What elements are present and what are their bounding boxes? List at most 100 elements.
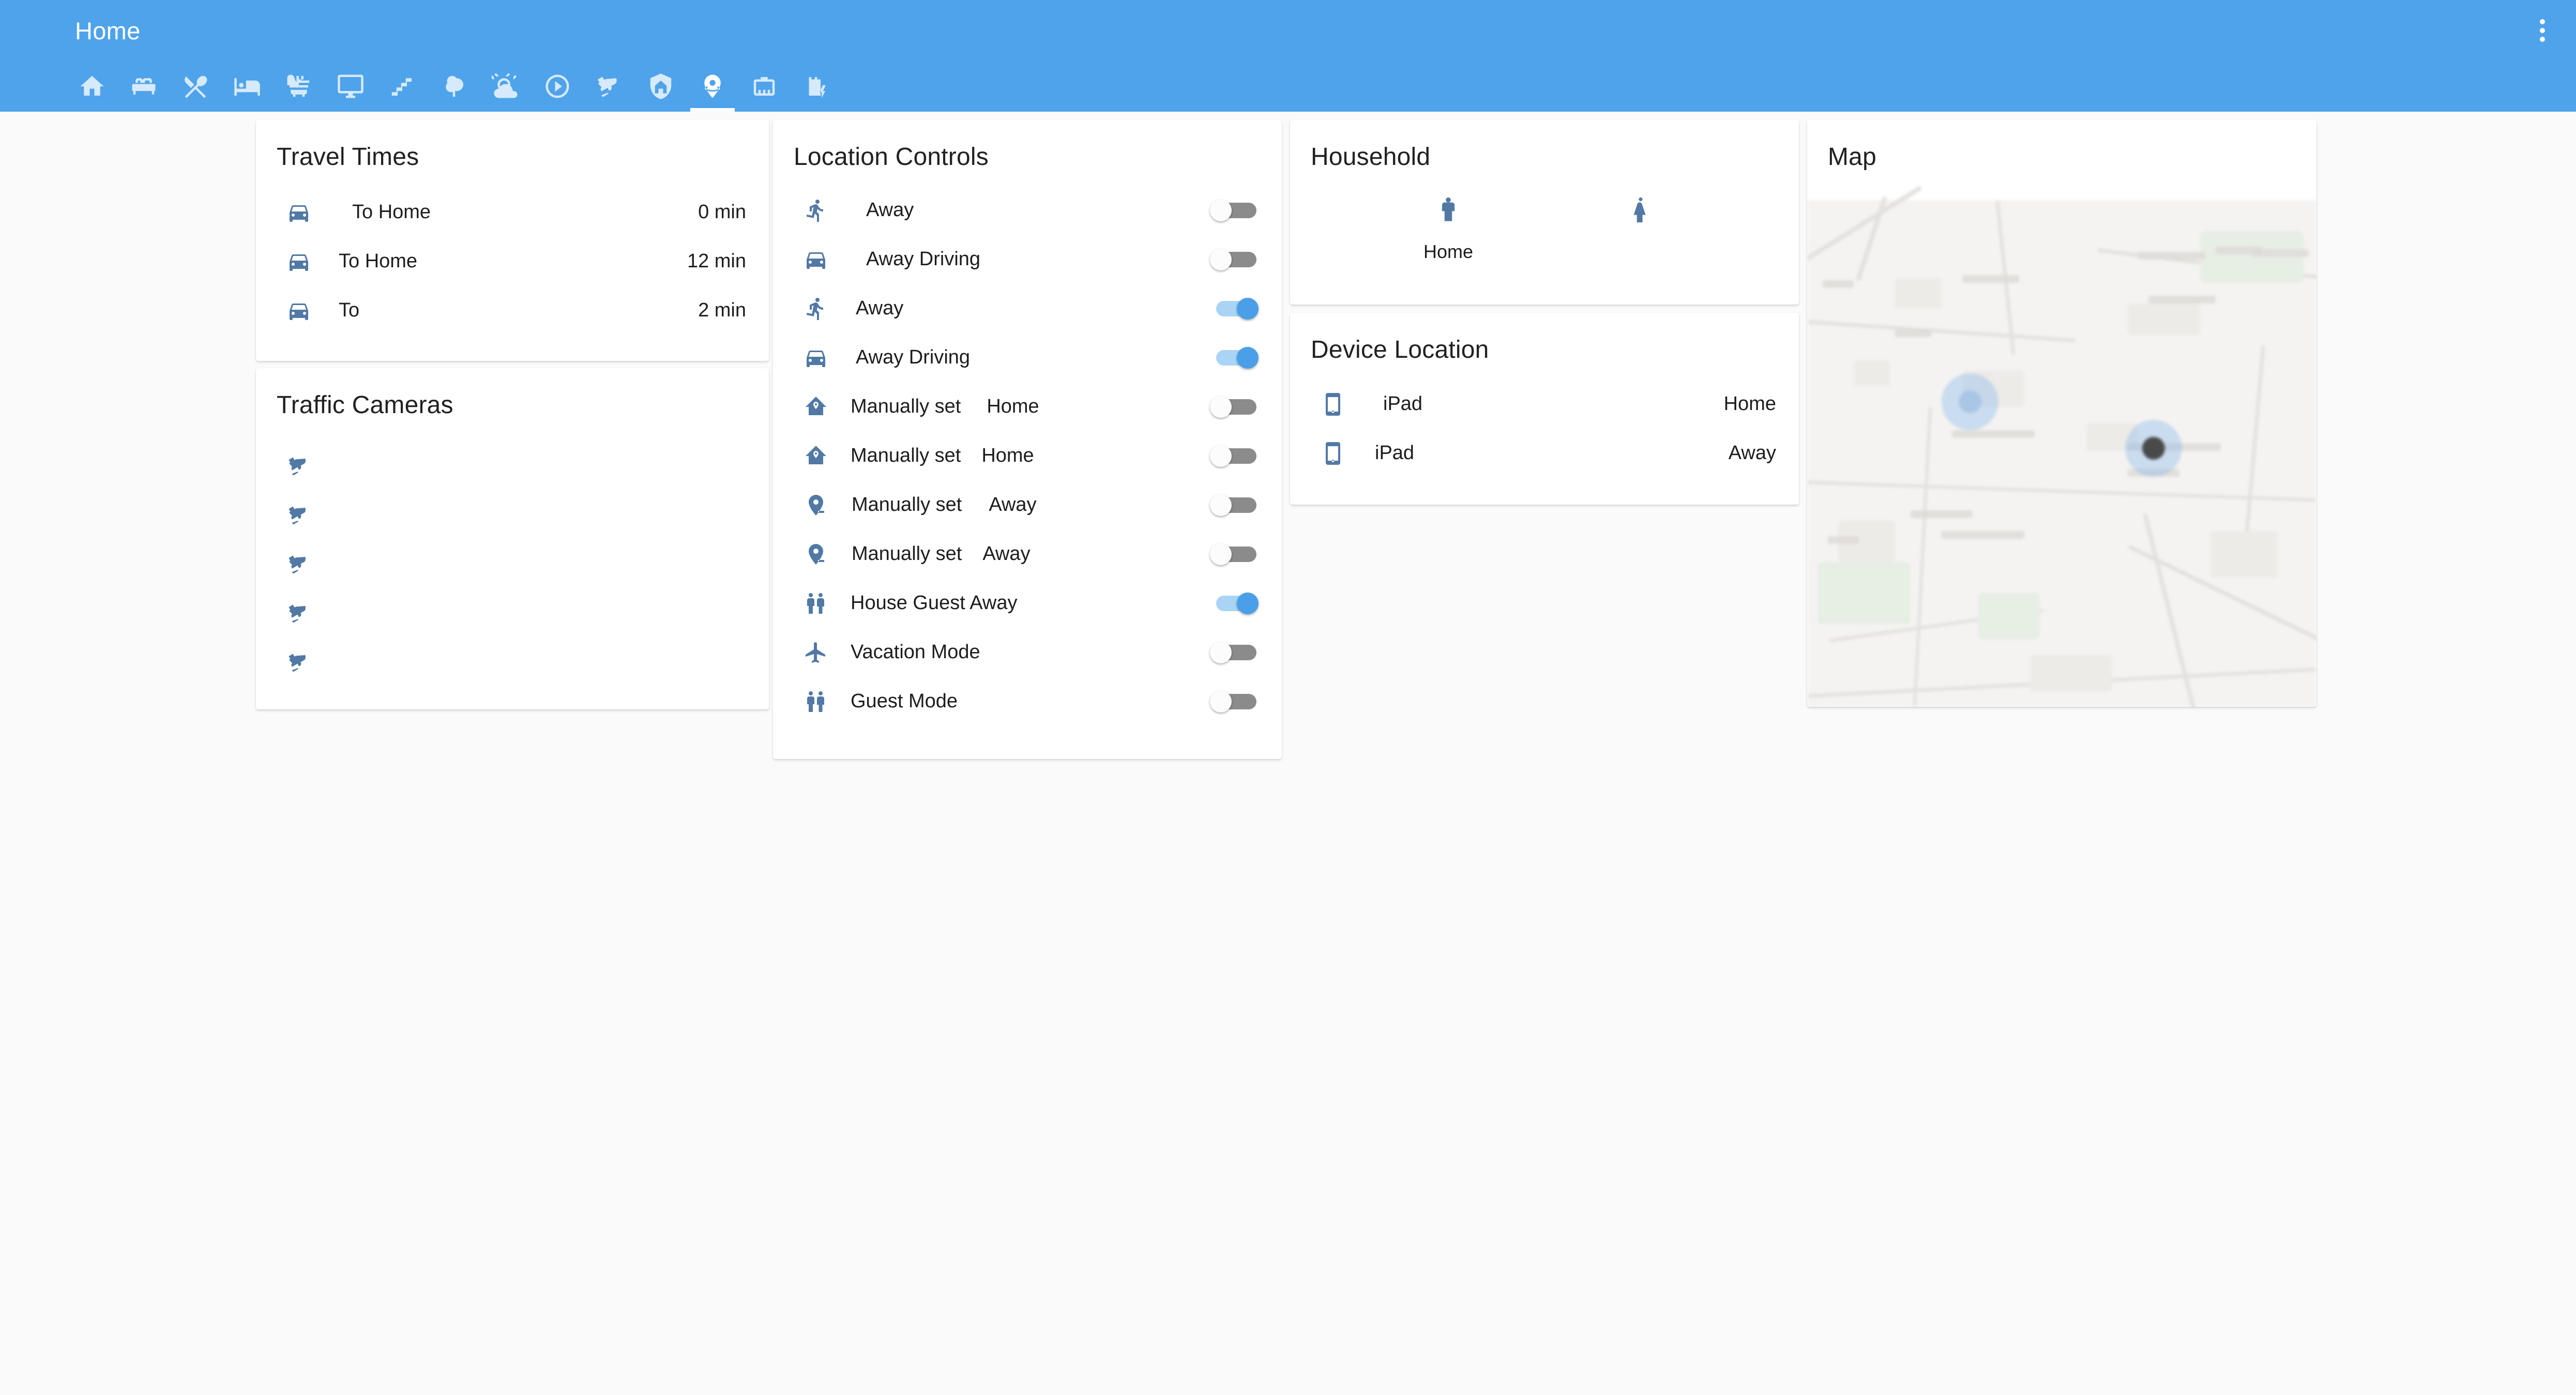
toggle-knob: [1237, 298, 1259, 320]
travel-time-row[interactable]: To Home 0 min: [256, 188, 769, 237]
walk-icon: [797, 296, 835, 321]
human-pair-icon: [797, 591, 835, 616]
tab-office[interactable]: [325, 61, 376, 112]
location-control-toggle[interactable]: [1210, 593, 1259, 614]
travel-time-value: 0 min: [698, 201, 746, 223]
map-block: [1895, 278, 1942, 309]
location-control-label: Away: [866, 199, 914, 221]
map-place-label: [1828, 536, 1859, 544]
map-canvas[interactable]: [1807, 200, 2316, 707]
location-control-toggle[interactable]: [1210, 396, 1259, 418]
travel-time-row[interactable]: To2 min: [256, 286, 769, 335]
location-control-toggle[interactable]: [1210, 249, 1259, 270]
device-location-row[interactable]: iPadHome: [1290, 380, 1799, 429]
tree-icon: [440, 72, 468, 100]
household-person[interactable]: [1581, 195, 1700, 263]
map-marker-radius-icon: [699, 72, 726, 100]
location-control-row[interactable]: House Guest Away: [773, 579, 1282, 628]
car-icon: [797, 247, 835, 272]
bathtub-icon: [285, 72, 313, 100]
tab-battery[interactable]: [790, 61, 842, 112]
tab-active-indicator: [690, 108, 735, 112]
location-control-toggle[interactable]: [1210, 298, 1259, 320]
traffic-camera-row[interactable]: [256, 588, 769, 638]
location-control-label: Away Driving: [866, 248, 980, 270]
tab-bathroom[interactable]: [273, 61, 325, 112]
location-control-label: Vacation Mode: [851, 641, 980, 663]
travel-time-row[interactable]: To Home12 min: [256, 237, 769, 286]
location-control-label: Away Driving: [856, 346, 970, 369]
tab-location[interactable]: [687, 61, 738, 112]
traffic-camera-row[interactable]: [256, 441, 769, 490]
traffic-cameras-list: [256, 419, 769, 687]
location-control-toggle[interactable]: [1210, 445, 1259, 467]
cctv-icon: [280, 601, 318, 626]
household-person[interactable]: Home: [1389, 195, 1508, 263]
map-place-label: [1911, 510, 1973, 518]
tab-living-room[interactable]: [118, 61, 170, 112]
location-control-row[interactable]: Away: [773, 284, 1282, 333]
traffic-camera-row[interactable]: [256, 490, 769, 539]
bed-icon: [233, 72, 261, 100]
location-controls-card: Location Controls AwayAway DrivingAwayAw…: [773, 120, 1282, 759]
tab-cameras[interactable]: [583, 61, 635, 112]
toggle-knob: [1210, 642, 1232, 663]
human-male-icon: [1433, 195, 1463, 228]
toggle-knob: [1210, 200, 1232, 221]
toggle-knob: [1210, 396, 1232, 418]
cctv-icon: [595, 72, 623, 100]
tab-outdoor[interactable]: [428, 61, 480, 112]
location-control-row[interactable]: Guest Mode: [773, 677, 1282, 726]
device-label: iPad: [1383, 393, 1422, 415]
location-controls-list: Away Away Driving Away Away Driving Manually…: [773, 171, 1282, 726]
location-control-row[interactable]: Away Driving: [773, 235, 1282, 284]
map-block: [1854, 360, 1890, 386]
device-state: Away: [1729, 442, 1776, 464]
location-control-row[interactable]: Manually setAway: [773, 529, 1282, 579]
device-location-row[interactable]: iPad Away: [1290, 429, 1799, 478]
tab-weather[interactable]: [480, 61, 532, 112]
tab-network[interactable]: [738, 61, 790, 112]
map-marker-person-2[interactable]: [2142, 437, 2165, 460]
travel-times-list: To Home 0 min To Home12 minTo2 min: [256, 171, 769, 335]
location-control-row[interactable]: Away Driving: [773, 333, 1282, 382]
traffic-camera-row[interactable]: [256, 539, 769, 588]
cctv-icon: [280, 503, 318, 527]
device-label: iPad: [1375, 442, 1414, 464]
location-control-toggle[interactable]: [1210, 200, 1259, 221]
marker-minus-icon: [797, 493, 835, 518]
location-control-toggle[interactable]: [1210, 543, 1259, 565]
location-control-toggle[interactable]: [1210, 494, 1259, 516]
location-control-toggle[interactable]: [1210, 347, 1259, 369]
toggle-knob: [1237, 347, 1259, 369]
device-location-list: iPadHomeiPadAway: [1290, 364, 1799, 478]
map-place-label: [1942, 531, 2024, 539]
tab-security[interactable]: [635, 61, 687, 112]
location-control-state: Away: [982, 543, 1030, 565]
tab-bedroom[interactable]: [221, 61, 273, 112]
marker-minus-icon: [797, 542, 835, 567]
overflow-menu-button[interactable]: [2529, 18, 2555, 43]
location-control-toggle[interactable]: [1210, 642, 1259, 663]
battery-charging-icon: [802, 72, 830, 100]
map-marker-person-1[interactable]: [1959, 390, 1981, 413]
tab-kitchen[interactable]: [170, 61, 221, 112]
map-card: Map: [1807, 120, 2316, 707]
map-place-label: [2138, 252, 2205, 260]
travel-times-card: Travel Times To Home0 minTo Home12 minTo…: [256, 120, 769, 361]
tab-home[interactable]: [66, 61, 118, 112]
location-control-row[interactable]: Manually setAway: [773, 480, 1282, 529]
traffic-cameras-title: Traffic Cameras: [256, 368, 769, 419]
location-control-label: Away: [856, 297, 903, 320]
location-control-row[interactable]: Away: [773, 186, 1282, 235]
location-control-row[interactable]: Manually setHome: [773, 431, 1282, 480]
travel-time-label: To Home: [352, 201, 431, 223]
traffic-camera-row[interactable]: [256, 638, 769, 687]
map-place-label: [1823, 280, 1854, 288]
location-control-toggle[interactable]: [1210, 691, 1259, 712]
location-control-row[interactable]: Vacation Mode: [773, 628, 1282, 677]
map-place-label: [1952, 430, 2035, 438]
location-control-row[interactable]: Manually setHome: [773, 382, 1282, 431]
tab-stairs[interactable]: [376, 61, 428, 112]
tab-media[interactable]: [532, 61, 583, 112]
